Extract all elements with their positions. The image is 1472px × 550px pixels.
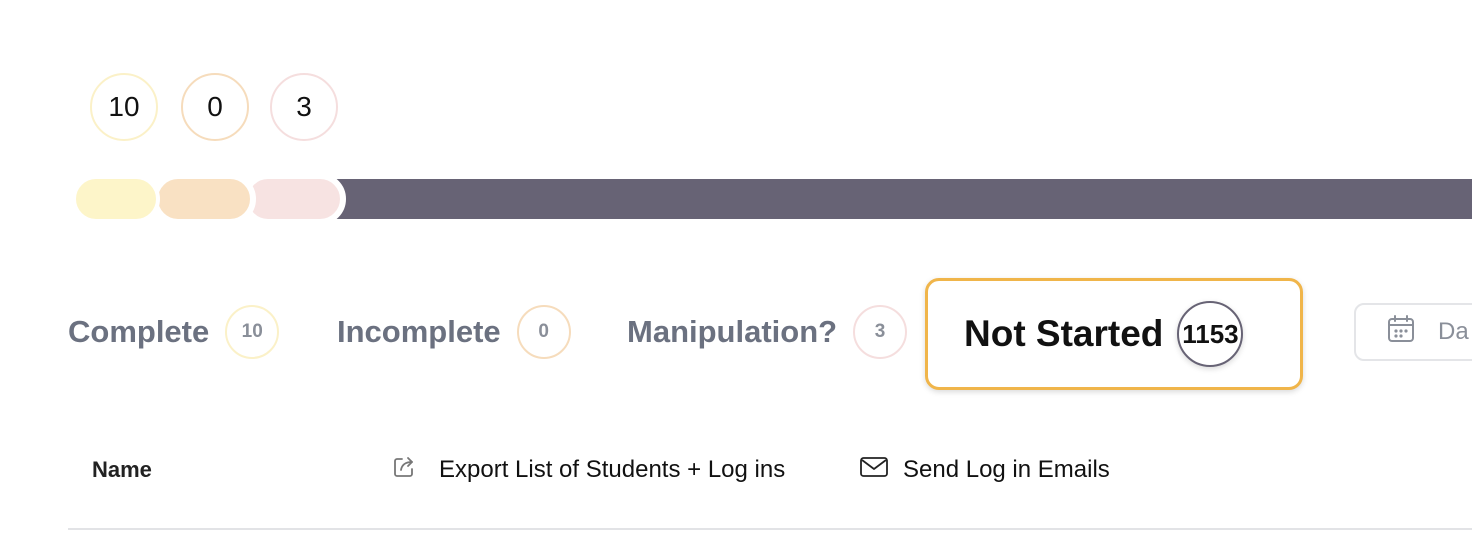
date-filter-label: Da: [1438, 318, 1469, 345]
complete-segment: [72, 175, 160, 223]
table-header-divider: [68, 528, 1472, 530]
tab-complete-label: Complete: [68, 314, 210, 349]
export-students-label: Export List of Students + Log ins: [439, 456, 786, 483]
external-link-icon: [391, 454, 417, 487]
tab-complete-count: 10: [225, 305, 280, 359]
export-students-button[interactable]: Export List of Students + Log ins: [391, 452, 785, 488]
send-login-emails-label: Send Log in Emails: [903, 456, 1110, 483]
send-login-emails-button[interactable]: Send Log in Emails: [859, 452, 1110, 488]
calendar-icon: [1386, 314, 1416, 351]
incomplete-segment: [152, 173, 256, 225]
date-filter[interactable]: Da: [1354, 303, 1472, 361]
tab-manipulation-count: 3: [853, 305, 908, 359]
tab-not-started-label: Not Started: [964, 313, 1164, 354]
incomplete-count-circle: 0: [181, 73, 249, 141]
tab-manipulation-label: Manipulation?: [627, 314, 838, 349]
tab-not-started[interactable]: Not Started 1153: [925, 278, 1303, 390]
tab-incomplete[interactable]: Incomplete 0: [337, 304, 571, 360]
complete-count-circle: 10: [90, 73, 158, 141]
tab-not-started-count: 1153: [1177, 301, 1244, 367]
manipulation-segment: [242, 173, 346, 225]
manipulation-count-circle: 3: [270, 73, 338, 141]
envelope-icon: [859, 455, 889, 486]
not-started-track: [315, 179, 1472, 219]
status-progress-bar: [70, 173, 1472, 225]
tab-manipulation[interactable]: Manipulation? 3: [627, 304, 908, 360]
name-column-header[interactable]: Name: [92, 452, 152, 488]
tab-incomplete-count: 0: [516, 305, 571, 359]
tab-complete[interactable]: Complete 10: [68, 304, 280, 360]
tab-incomplete-label: Incomplete: [337, 314, 501, 349]
